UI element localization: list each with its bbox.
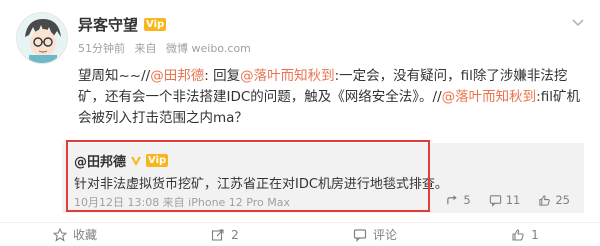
author-name[interactable]: 异客守望 xyxy=(78,14,138,35)
comment-button[interactable]: 评论 xyxy=(300,226,450,243)
repost-author-row: @田邦德 Vip xyxy=(74,151,169,170)
mention-link[interactable]: @田邦德 xyxy=(150,68,204,84)
repost-text: 针对非法虚拟货币挖矿，江苏省正在对IDC机房进行地毯式排查。 xyxy=(74,177,448,192)
share-count: 2 xyxy=(231,227,239,242)
favorite-button[interactable]: 收藏 xyxy=(0,226,150,243)
star-icon xyxy=(52,227,67,242)
post-action-bar: 收藏 2 评论 1 xyxy=(0,222,600,246)
favorite-label: 收藏 xyxy=(72,228,97,242)
post-text: 望周知~~//@田邦德: 回复@落叶而知秋到:一定会，没有疑问，fil除了涉嫌非… xyxy=(78,66,588,129)
repost-like-count: 25 xyxy=(555,193,570,207)
thumbs-up-icon xyxy=(539,194,551,206)
vip-badge-icon[interactable]: Vip xyxy=(146,154,169,167)
like-button[interactable]: 1 xyxy=(450,228,600,242)
comment-label: 评论 xyxy=(372,228,397,242)
repost-share-stat[interactable]: 5 xyxy=(446,193,471,207)
chevron-down-icon[interactable] xyxy=(570,14,586,30)
post-time[interactable]: 51分钟前 xyxy=(78,42,125,55)
post-source-prefix: 来自 xyxy=(134,42,157,55)
repost-share-count: 5 xyxy=(463,193,471,207)
vip-badge-icon[interactable]: Vip xyxy=(144,18,167,31)
repost-comment-count: 11 xyxy=(505,193,521,207)
share-icon xyxy=(447,194,458,204)
repost-like-stat[interactable]: 25 xyxy=(538,193,570,207)
weibo-post-card: 异客守望 Vip 51分钟前 来自 微博 weibo.com 望周知~~//@田… xyxy=(0,0,600,246)
share-icon xyxy=(212,228,224,241)
post-text-segment: 望周知~~// xyxy=(78,68,151,84)
thumbs-up-icon xyxy=(512,228,524,241)
share-button[interactable]: 2 xyxy=(150,228,300,242)
repost-box[interactable]: @田邦德 Vip 针对非法虚拟货币挖矿，江苏省正在对IDC机房进行地毯式排查。 … xyxy=(62,143,584,213)
mention-link[interactable]: @落叶而知秋到 xyxy=(240,68,335,84)
author-name-row: 异客守望 Vip xyxy=(78,14,167,35)
mention-link[interactable]: @落叶而知秋到 xyxy=(442,89,537,105)
repost-stats: 5 11 25 xyxy=(446,193,570,207)
comment-icon xyxy=(353,228,367,242)
post-meta: 51分钟前 来自 微博 weibo.com xyxy=(78,40,257,56)
comment-icon xyxy=(489,194,501,207)
repost-comment-stat[interactable]: 11 xyxy=(489,193,521,207)
author-avatar[interactable] xyxy=(16,12,68,64)
post-text-segment: : 回复 xyxy=(204,68,241,84)
verified-v-icon xyxy=(130,155,142,167)
post-source[interactable]: 微博 weibo.com xyxy=(166,42,251,55)
like-count: 1 xyxy=(531,227,539,242)
repost-time[interactable]: 10月12日 13:08 来自 iPhone 12 Pro Max xyxy=(74,194,290,210)
repost-author[interactable]: @田邦德 xyxy=(74,151,126,170)
